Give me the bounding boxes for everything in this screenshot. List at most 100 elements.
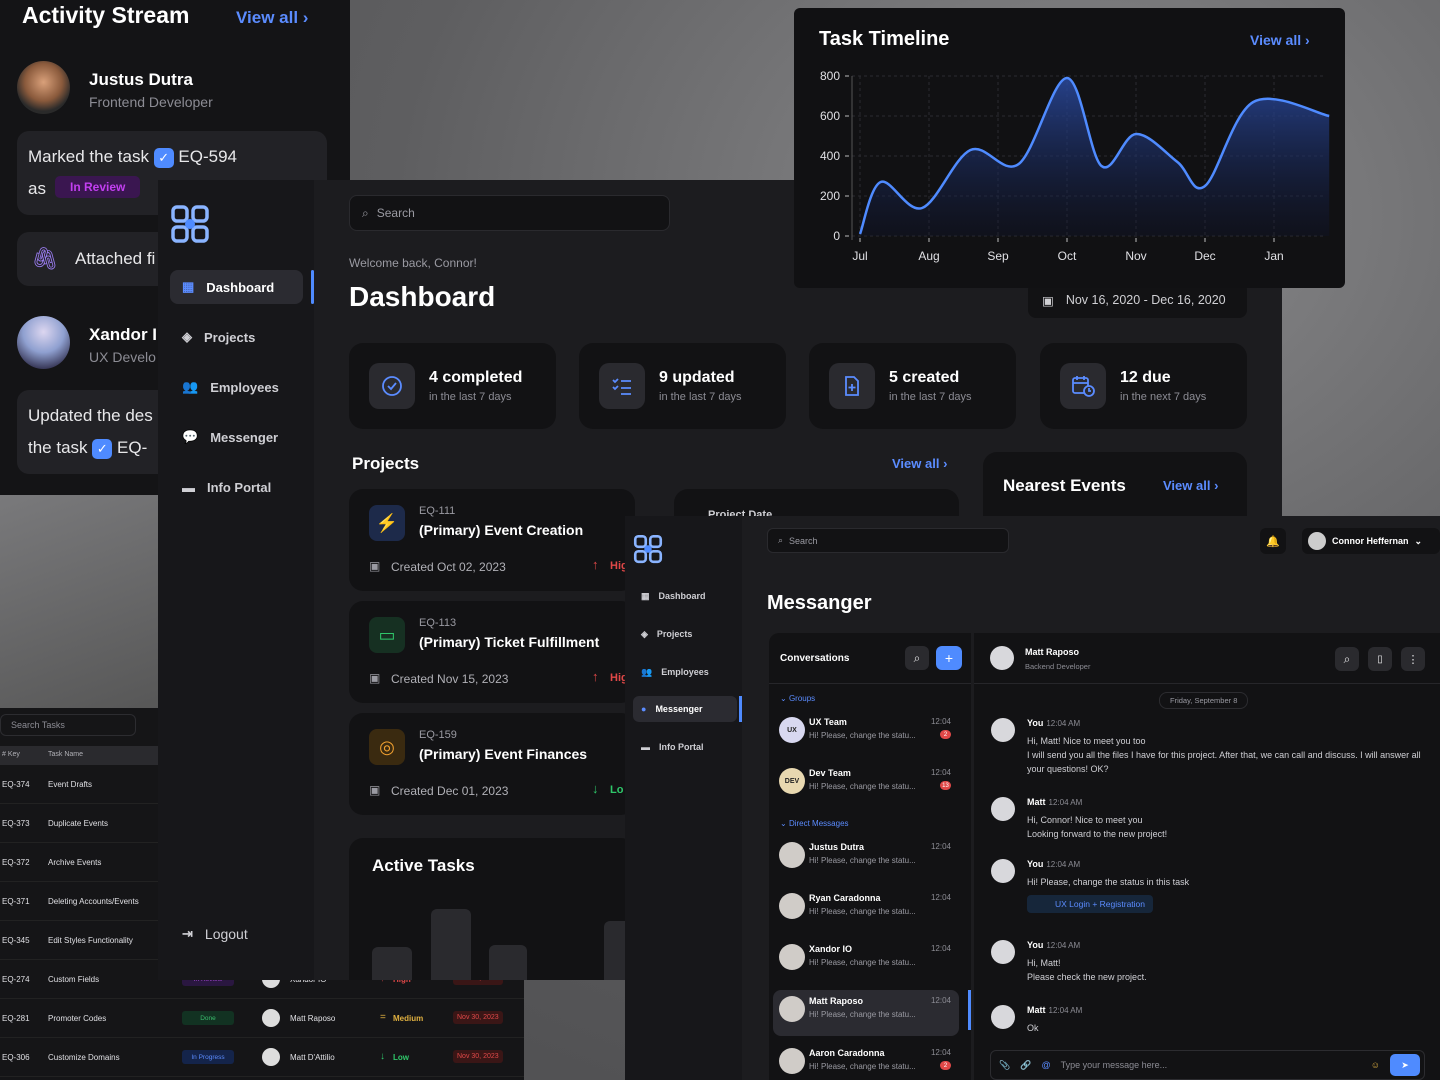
project-created: Created Oct 02, 2023 xyxy=(391,560,506,574)
task-timeline-card: Task Timeline View all › 0 200 400 600 800 Ju… xyxy=(794,8,1345,288)
grid-icon: ▦ xyxy=(641,590,650,601)
conversation-item[interactable]: Matt Raposo Hi! Please, change the statu.… xyxy=(773,990,959,1036)
conversation-preview: Hi! Please, change the statu... xyxy=(809,856,916,865)
search-tasks-input[interactable]: Search Tasks xyxy=(0,714,136,736)
direct-messages-label[interactable]: ⌄ Direct Messages xyxy=(780,819,849,828)
conversation-name: Matt Raposo xyxy=(809,996,863,1006)
table-row[interactable]: EQ-306 Customize Domains In Progress Matt D… xyxy=(0,1038,524,1077)
task-name: Event Drafts xyxy=(48,780,93,789)
search-icon[interactable]: ⌕ xyxy=(905,646,929,670)
sidebar-item-label: Info Portal xyxy=(659,742,704,752)
calendar-icon: ▣ xyxy=(369,559,381,573)
sidebar-item-dashboard[interactable]: ▦ Dashboard xyxy=(170,270,303,304)
activity-view-all-link[interactable]: View all › xyxy=(236,8,308,28)
emoji-icon[interactable]: ☺ xyxy=(1371,1060,1380,1070)
arrow-up-icon: ↑ xyxy=(592,669,599,684)
projects-view-all-link[interactable]: View all › xyxy=(892,456,947,471)
x-tick-label: Jul xyxy=(852,249,867,263)
sidebar-item-employees[interactable]: 👥 Employees xyxy=(633,659,737,685)
message-input[interactable]: 📎 🔗 @ Type your message here... ☺ ➤ xyxy=(990,1050,1425,1080)
user-role: Frontend Developer xyxy=(89,94,213,110)
active-task-bar xyxy=(489,945,527,980)
conversation-item[interactable]: Ryan Caradonna Hi! Please, change the sta… xyxy=(773,887,959,933)
search-placeholder: Search xyxy=(376,206,415,220)
message-time: 12:04 AM xyxy=(1046,941,1081,950)
search-icon[interactable]: ⌕ xyxy=(1335,647,1359,671)
section-title: Projects xyxy=(352,454,420,473)
more-icon[interactable]: ⋮ xyxy=(1401,647,1425,671)
project-name: (Primary) Event Creation xyxy=(419,522,584,538)
x-tick-label: Jan xyxy=(1264,249,1283,263)
message-text: Hi! Please, change the status in this ta… xyxy=(1027,877,1190,887)
paperclip-icon: 🖇 xyxy=(31,246,59,271)
paperclip-icon[interactable]: 📎 xyxy=(999,1060,1010,1071)
conversation-name: Aaron Caradonna xyxy=(809,1048,885,1058)
stat-card-due[interactable]: 12 due in the next 7 days xyxy=(1040,343,1247,429)
project-card[interactable]: ⚡ EQ-111 (Primary) Event Creation ▣ Created … xyxy=(349,489,635,591)
grid-icon: ▦ xyxy=(182,279,195,294)
bookmark-icon[interactable]: ▯ xyxy=(1368,647,1392,671)
stat-card-updated[interactable]: 9 updated in the last 7 days xyxy=(579,343,786,429)
conversation-item[interactable]: Justus Dutra Hi! Please, change the statu… xyxy=(773,836,959,882)
column-header: Task Name xyxy=(48,751,84,758)
send-button[interactable]: ➤ xyxy=(1390,1054,1420,1076)
bell-icon[interactable]: 🔔 xyxy=(1260,528,1286,554)
user-menu[interactable]: Connor Heffernan ⌄ xyxy=(1302,528,1440,554)
avatar xyxy=(779,893,805,919)
logout-button[interactable]: ⇥ Logout xyxy=(170,917,303,951)
project-card[interactable]: ◎ EQ-159 (Primary) Event Finances ▣ Created … xyxy=(349,713,635,815)
conversation-time: 12:04 xyxy=(930,768,951,777)
task-key: EQ-594 xyxy=(178,147,238,166)
sidebar-item-info-portal[interactable]: ▬ Info Portal xyxy=(170,470,303,504)
chat-icon: ● xyxy=(641,704,647,714)
conversation-item[interactable]: Aaron Caradonna Hi! Please, change the st… xyxy=(773,1042,959,1080)
conversation-name: UX Team xyxy=(809,717,847,727)
groups-label[interactable]: ⌄ Groups xyxy=(780,694,815,703)
app-logo-icon xyxy=(170,204,210,244)
events-view-all-link[interactable]: View all › xyxy=(1163,478,1218,493)
new-conversation-button[interactable]: + xyxy=(936,646,962,670)
conversation-name: Justus Dutra xyxy=(809,842,865,852)
check-icon: ✓ xyxy=(153,147,174,168)
conversation-item[interactable]: UX UX Team Hi! Please, change the statu...… xyxy=(773,711,959,757)
search-input[interactable]: ⌕ Search xyxy=(349,195,670,231)
link-icon[interactable]: 🔗 xyxy=(1020,1060,1031,1071)
sidebar-item-dashboard[interactable]: ▦ Dashboard xyxy=(633,583,737,609)
x-tick-label: Nov xyxy=(1125,249,1146,263)
search-input[interactable]: ⌕ Search xyxy=(767,528,1009,553)
stat-card-created[interactable]: 5 created in the last 7 days xyxy=(809,343,1016,429)
conversation-item[interactable]: Xandor IO Hi! Please, change the statu...… xyxy=(773,938,959,984)
table-row[interactable]: EQ-281 Promoter Codes Done Matt Raposo = Medi… xyxy=(0,999,524,1038)
task-key: EQ-373 xyxy=(2,819,30,828)
task-link[interactable]: UX Login + Registration xyxy=(1027,895,1154,913)
layers-icon: ◈ xyxy=(182,329,192,344)
message-time: 12:04 AM xyxy=(1046,860,1081,869)
project-name: (Primary) Event Finances xyxy=(419,746,588,762)
page-title: Messanger xyxy=(767,592,872,614)
mention-icon[interactable]: @ xyxy=(1041,1060,1050,1070)
avatar: DEV xyxy=(779,768,805,794)
date-range-label: Nov 16, 2020 - Dec 16, 2020 xyxy=(1065,293,1226,307)
conversation-preview: Hi! Please, change the statu... xyxy=(809,907,916,916)
conversation-time: 12:04 xyxy=(930,944,951,953)
sidebar-item-projects[interactable]: ◈ Projects xyxy=(170,320,303,354)
stat-value: 12 due xyxy=(1120,369,1171,386)
section-title: Active Tasks xyxy=(372,856,475,875)
conversation-name: Dev Team xyxy=(809,768,851,778)
stat-card-completed[interactable]: 4 completed in the last 7 days xyxy=(349,343,556,429)
sidebar-item-projects[interactable]: ◈ Projects xyxy=(633,621,737,647)
stat-value: 9 updated xyxy=(659,369,735,386)
sidebar-item-employees[interactable]: 👥 Employees xyxy=(170,370,303,404)
conversation-item[interactable]: DEV Dev Team Hi! Please, change the statu.… xyxy=(773,762,959,808)
sidebar-item-messenger[interactable]: 💬 Messenger xyxy=(170,420,303,454)
calendar-clock-icon xyxy=(1060,363,1106,409)
project-card[interactable]: ▭ EQ-113 (Primary) Ticket Fulfillment ▣ Crea… xyxy=(349,601,635,703)
search-icon: ⌕ xyxy=(362,205,369,220)
timeline-view-all-link[interactable]: View all › xyxy=(1250,32,1310,48)
avatar xyxy=(779,996,805,1022)
user-name: Xandor I xyxy=(89,325,158,344)
sidebar-item-messenger[interactable]: ● Messenger xyxy=(633,696,737,722)
sidebar-item-info-portal[interactable]: ▬ Info Portal xyxy=(633,734,737,760)
check-icon: ✓ xyxy=(92,438,113,459)
message-author: Matt 12:04 AM xyxy=(1027,1005,1083,1015)
